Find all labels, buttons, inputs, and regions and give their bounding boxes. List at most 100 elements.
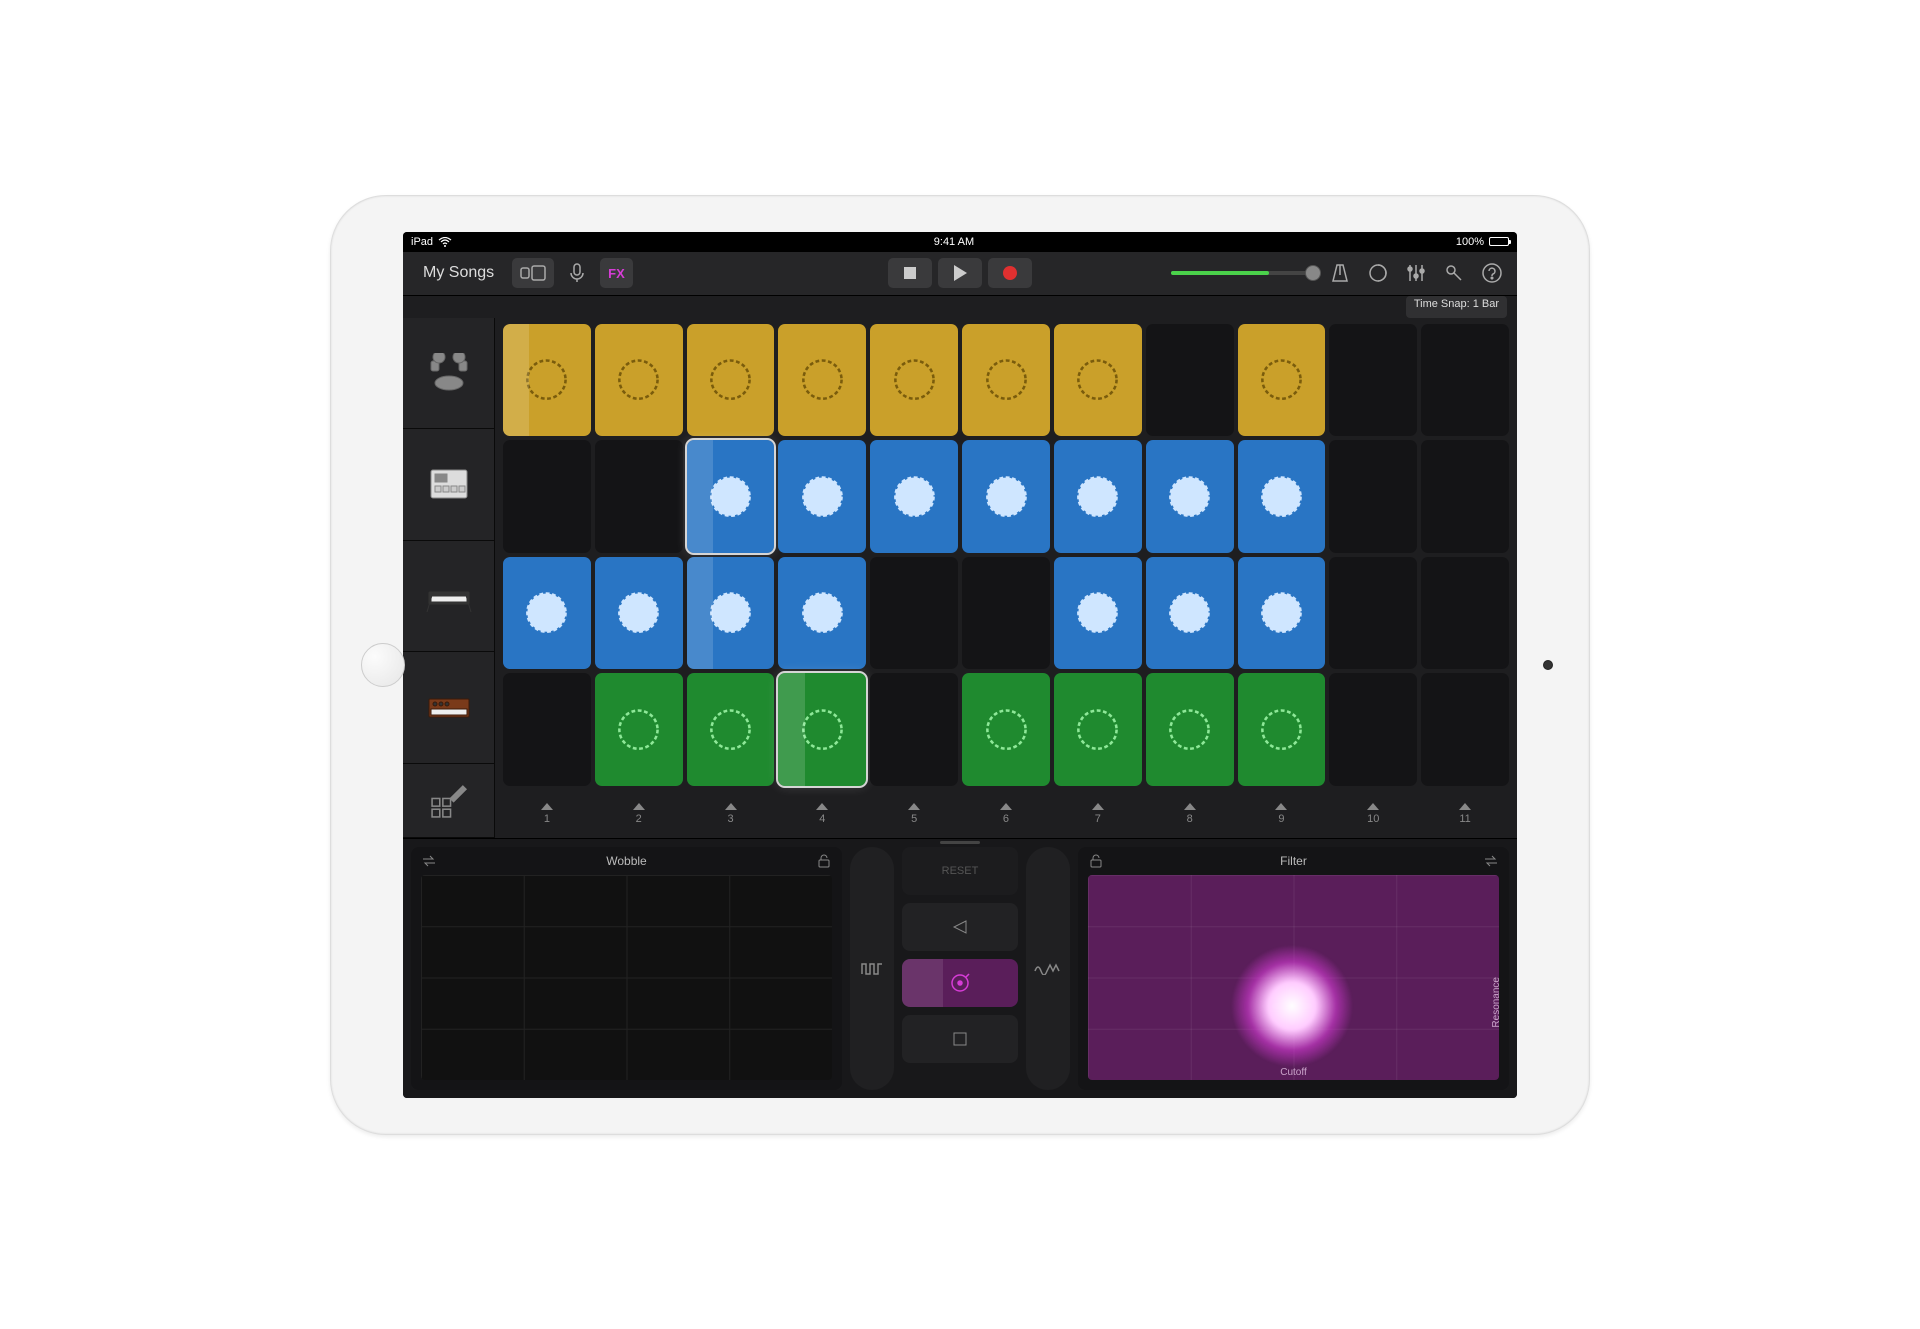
loop-cell[interactable]	[503, 557, 591, 670]
fx-button[interactable]: FX	[600, 258, 633, 288]
loop-cell[interactable]	[595, 673, 683, 786]
loop-cell[interactable]	[1238, 440, 1326, 553]
fx-center-controls: RESET	[850, 847, 1070, 1090]
battery-icon	[1489, 237, 1509, 246]
track-header-drum-machine[interactable]	[403, 429, 495, 541]
app-screen: iPad 9:41 AM 100% My Songs FX	[403, 232, 1517, 1098]
column-trigger[interactable]: 4	[778, 790, 866, 838]
time-snap-button[interactable]: Time Snap: 1 Bar	[1406, 296, 1507, 318]
column-trigger[interactable]: 9	[1238, 790, 1326, 838]
loop-cell[interactable]	[1421, 673, 1509, 786]
edit-cells-button[interactable]	[403, 764, 495, 838]
play-button[interactable]	[938, 258, 982, 288]
filter-y-axis-label: Resonance	[1492, 977, 1500, 1028]
transport-controls	[888, 258, 1032, 288]
loop-cell[interactable]	[687, 557, 775, 670]
reverse-button[interactable]	[902, 903, 1018, 951]
loop-cell[interactable]	[503, 673, 591, 786]
loop-cell[interactable]	[778, 440, 866, 553]
loop-cell[interactable]	[595, 557, 683, 670]
mixer-button[interactable]	[1401, 258, 1431, 288]
loop-cell[interactable]	[1421, 440, 1509, 553]
device-label: iPad	[411, 236, 433, 248]
settings-button[interactable]	[1439, 258, 1469, 288]
track-header-synth[interactable]	[403, 652, 495, 764]
loop-cell[interactable]	[1054, 673, 1142, 786]
loop-cell[interactable]	[1238, 673, 1326, 786]
fx-panel: Wobble RESET	[403, 838, 1517, 1098]
loop-cell[interactable]	[778, 673, 866, 786]
loop-cell[interactable]	[1146, 440, 1234, 553]
column-trigger[interactable]: 6	[962, 790, 1050, 838]
loop-cell[interactable]	[687, 324, 775, 437]
track-header-drums[interactable]	[403, 318, 495, 430]
loop-cell[interactable]	[1146, 557, 1234, 670]
metronome-button[interactable]	[1325, 258, 1355, 288]
loop-cell[interactable]	[778, 557, 866, 670]
loop-cell[interactable]	[870, 324, 958, 437]
scratch-button[interactable]	[902, 959, 1018, 1007]
column-trigger[interactable]: 7	[1054, 790, 1142, 838]
loop-cell[interactable]	[595, 324, 683, 437]
column-trigger[interactable]: 5	[870, 790, 958, 838]
loop-cell[interactable]	[687, 673, 775, 786]
loop-cell[interactable]	[1421, 324, 1509, 437]
loop-cell[interactable]	[1329, 324, 1417, 437]
live-loops-grid: 1234567891011	[403, 318, 1517, 838]
my-songs-button[interactable]: My Songs	[413, 264, 504, 282]
repeater-strip[interactable]	[1026, 847, 1070, 1090]
loop-cell[interactable]	[1146, 324, 1234, 437]
filter-xy-pad[interactable]: Filter Cutoff Resonance	[1078, 847, 1509, 1090]
wobble-xy-pad[interactable]: Wobble	[411, 847, 842, 1090]
loop-browser-button[interactable]	[1363, 258, 1393, 288]
lock-icon[interactable]	[1088, 853, 1104, 869]
loop-cell[interactable]	[595, 440, 683, 553]
swap-icon[interactable]	[1483, 853, 1499, 869]
loop-cell[interactable]	[1421, 557, 1509, 670]
mic-button[interactable]	[562, 258, 592, 288]
loop-cell[interactable]	[1054, 440, 1142, 553]
loop-cell[interactable]	[1329, 440, 1417, 553]
column-trigger[interactable]: 8	[1146, 790, 1234, 838]
loop-cell[interactable]	[1054, 557, 1142, 670]
app-toolbar: My Songs FX	[403, 252, 1517, 296]
tape-stop-button[interactable]	[902, 1015, 1018, 1063]
track-header-keyboard[interactable]	[403, 541, 495, 653]
master-volume-slider[interactable]	[1171, 271, 1311, 275]
loop-cell[interactable]	[962, 557, 1050, 670]
column-trigger[interactable]: 1	[503, 790, 591, 838]
loop-cell[interactable]	[778, 324, 866, 437]
loop-cell[interactable]	[870, 673, 958, 786]
column-trigger[interactable]: 2	[595, 790, 683, 838]
loop-cell[interactable]	[1329, 673, 1417, 786]
loop-cell[interactable]	[962, 324, 1050, 437]
home-button[interactable]	[361, 643, 405, 687]
column-trigger[interactable]: 3	[687, 790, 775, 838]
loop-cell[interactable]	[687, 440, 775, 553]
column-trigger[interactable]: 10	[1329, 790, 1417, 838]
loop-cell[interactable]	[962, 673, 1050, 786]
loop-cell[interactable]	[1238, 324, 1326, 437]
ipad-frame: iPad 9:41 AM 100% My Songs FX	[330, 195, 1590, 1135]
battery-text: 100%	[1456, 236, 1484, 248]
gater-strip[interactable]	[850, 847, 894, 1090]
loop-cell[interactable]	[870, 557, 958, 670]
loop-cell[interactable]	[870, 440, 958, 553]
reset-button[interactable]: RESET	[902, 847, 1018, 895]
column-trigger[interactable]: 11	[1421, 790, 1509, 838]
loop-cell[interactable]	[1238, 557, 1326, 670]
lock-icon[interactable]	[816, 853, 832, 869]
loop-cell[interactable]	[1054, 324, 1142, 437]
help-button[interactable]	[1477, 258, 1507, 288]
swap-icon[interactable]	[421, 853, 437, 869]
record-button[interactable]	[988, 258, 1032, 288]
loop-cell[interactable]	[1329, 557, 1417, 670]
stop-button[interactable]	[888, 258, 932, 288]
clock: 9:41 AM	[934, 236, 974, 248]
loop-cell[interactable]	[503, 440, 591, 553]
loop-cell[interactable]	[1146, 673, 1234, 786]
view-switcher-button[interactable]	[512, 258, 554, 288]
loop-cell[interactable]	[503, 324, 591, 437]
front-camera	[1543, 660, 1553, 670]
loop-cell[interactable]	[962, 440, 1050, 553]
